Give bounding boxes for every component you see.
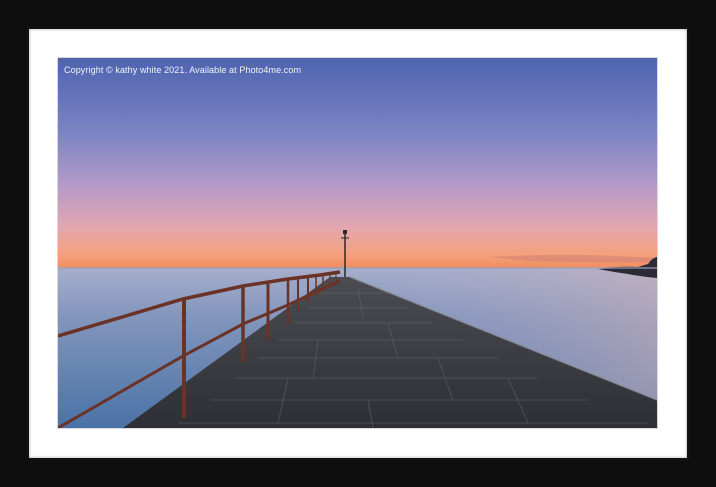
picture-frame: Copyright © kathy white 2021. Available … (0, 0, 716, 487)
framed-photo: Copyright © kathy white 2021. Available … (58, 58, 657, 428)
photo-watermark: Copyright © kathy white 2021. Available … (64, 65, 302, 75)
horizon-line (58, 267, 657, 269)
sky (58, 58, 657, 270)
photo-image (58, 58, 657, 428)
